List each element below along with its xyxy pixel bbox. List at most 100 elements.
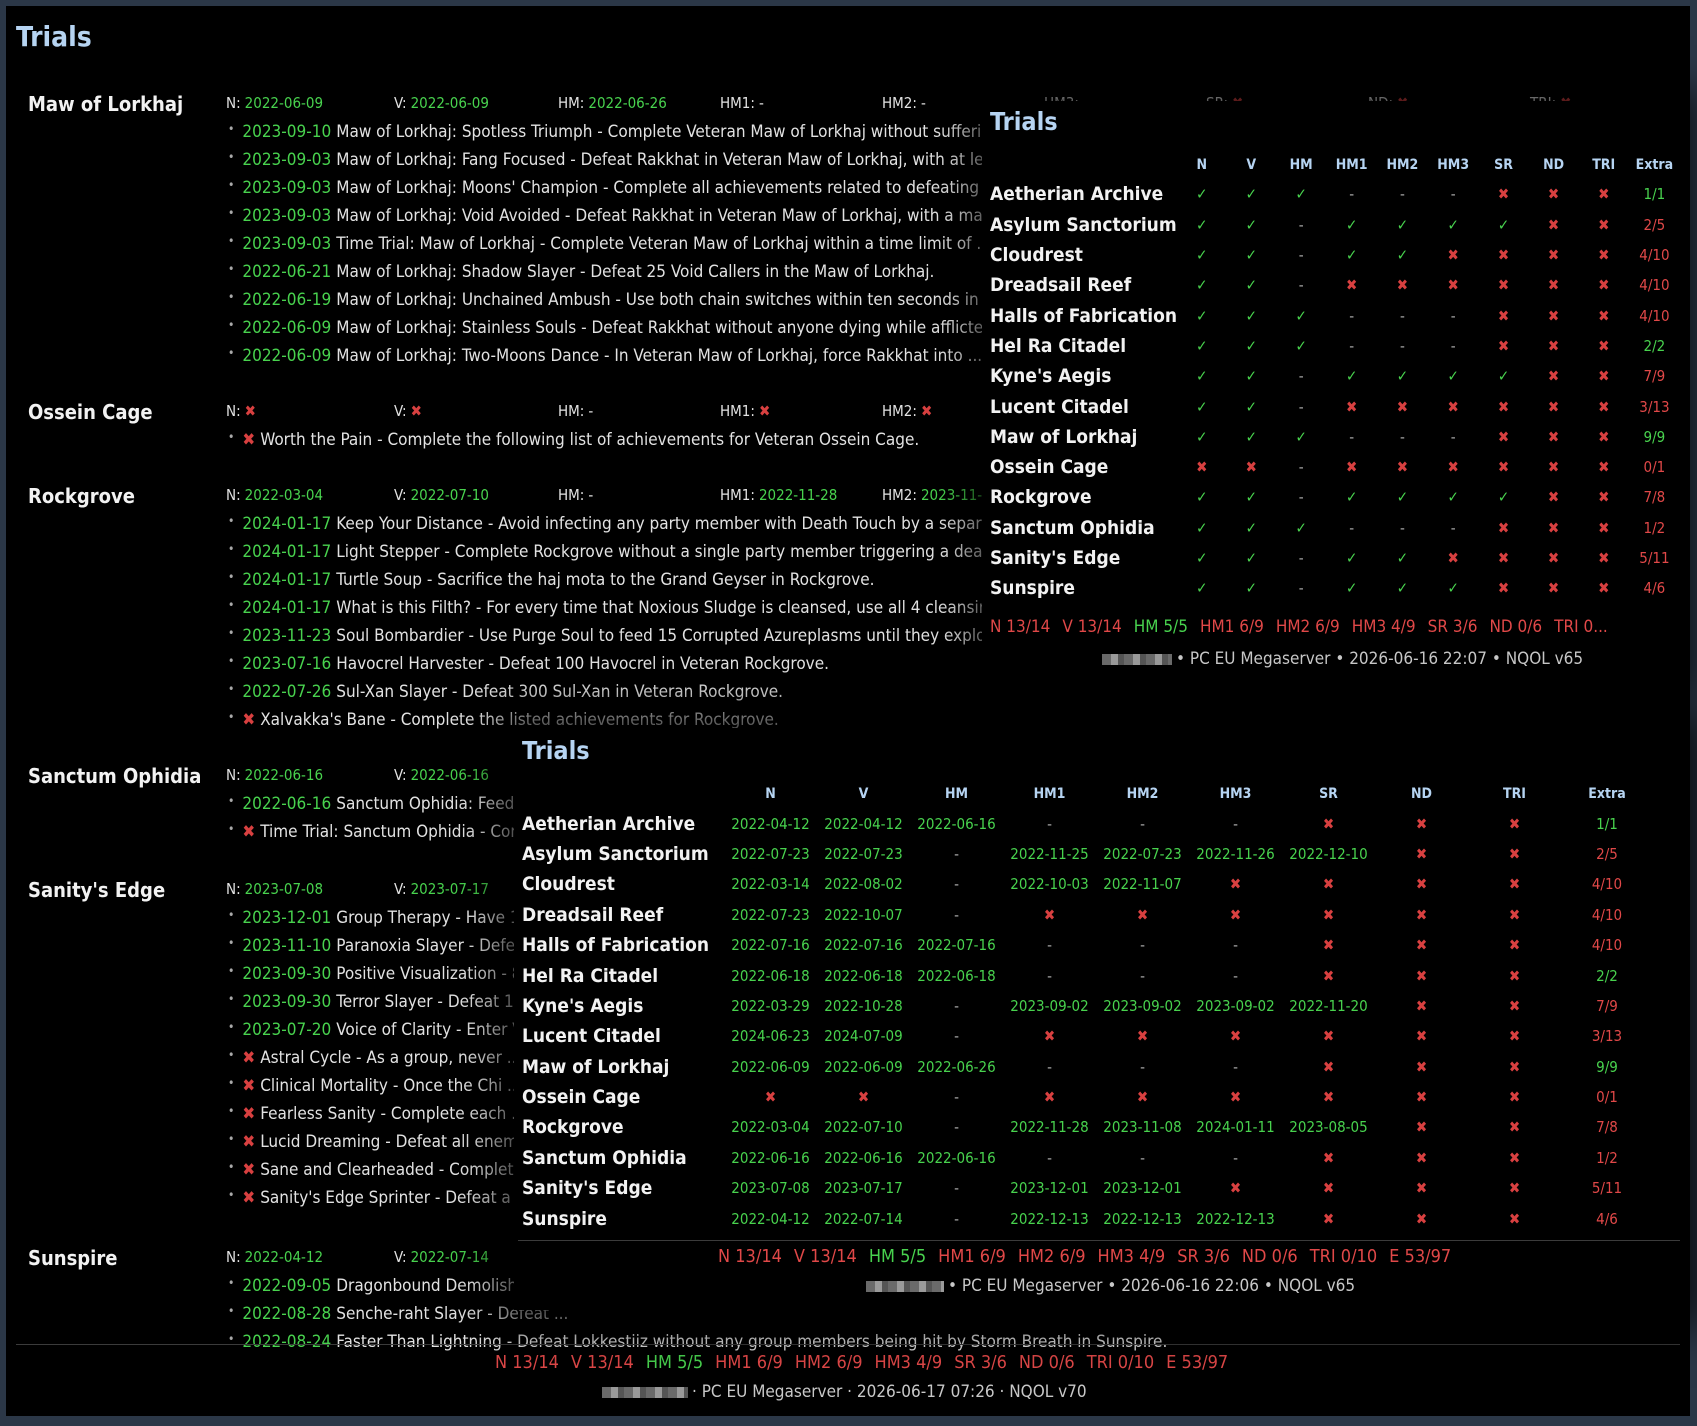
table-cell: - [1276, 210, 1326, 240]
trial-name[interactable]: Rockgrove [28, 484, 135, 508]
achievement-row[interactable]: • 2024-01-17 Turtle Soup - Sacrifice the h… [228, 570, 875, 590]
table-row[interactable]: Halls of Fabrication 2022-07-16 2022-07-16… [522, 930, 1653, 960]
table-row[interactable]: Maw of Lorkhaj ✓ ✓ ✓ - - - ✖ ✖ ✖ 9/9 [990, 422, 1680, 452]
achievement-row[interactable]: • ✖ Fearless Sanity - Complete each ... [228, 1104, 526, 1124]
table-cell: ✖ [1377, 391, 1428, 421]
achievement-row[interactable]: • ✖ Xalvakka's Bane - Complete the listed … [228, 710, 779, 730]
achievement-row[interactable]: • ✖ Sanity's Edge Sprinter - Defeat a ... [228, 1188, 530, 1208]
check-icon: ✓ [1345, 367, 1358, 386]
cell-value: 2023-08-05 [1289, 1118, 1368, 1137]
table-row[interactable]: Sanity's Edge 2023-07-08 2023-07-17 - 2023-1… [522, 1173, 1653, 1203]
table-row[interactable]: Ossein Cage ✖ ✖ - ✖ ✖ ✖ ✖ ✖ ✖ 0/1 [522, 1082, 1653, 1112]
table-cell: ✖ [1579, 210, 1629, 240]
table-row[interactable]: Maw of Lorkhaj 2022-06-09 2022-06-09 2022-0… [522, 1052, 1653, 1082]
achievement-row[interactable]: • ✖ Sane and Clearheaded - Complete ... [228, 1160, 542, 1180]
achievement-row[interactable]: • 2023-09-03 Maw of Lorkhaj: Fang Focused … [228, 150, 1026, 170]
table-row[interactable]: Halls of Fabrication ✓ ✓ ✓ - - - ✖ ✖ ✖ 4/10 [990, 300, 1680, 330]
trial-name[interactable]: Sunspire [28, 1246, 117, 1270]
trial-row-name: Kyne's Aegis [990, 365, 1112, 388]
check-icon: ✓ [1196, 488, 1208, 507]
cross-icon: ✖ [1497, 397, 1510, 416]
cell-value: - [1140, 966, 1145, 985]
cell-value: 2024-07-09 [824, 1027, 903, 1046]
table-row[interactable]: Kyne's Aegis 2022-03-29 2022-10-28 - 2023-09… [522, 991, 1653, 1021]
table-row[interactable]: Lucent Citadel ✓ ✓ - ✖ ✖ ✖ ✖ ✖ ✖ 3/13 [990, 391, 1680, 421]
cross-icon: ✖ [1547, 427, 1560, 446]
achievement-text: Maw of Lorkhaj: Void Avoided - Defeat Ra… [336, 206, 1075, 226]
trial-stat: HM2: - [882, 94, 926, 112]
trial-stat-value: 2023-07-17 [410, 880, 489, 898]
trial-stat: HM: - [558, 402, 593, 420]
trial-stat-value: 2022-06-16 [244, 766, 324, 784]
table-row[interactable]: Ossein Cage ✖ ✖ - ✖ ✖ ✖ ✖ ✖ ✖ 0/1 [990, 452, 1680, 482]
table-cell: - [1096, 808, 1189, 838]
achievement-row[interactable]: • 2023-09-03 Maw of Lorkhaj: Moons' Champi… [228, 178, 1051, 198]
achievement-row[interactable]: • 2023-09-30 Positive Visualization - 8 ..… [228, 964, 541, 984]
table-row[interactable]: Cloudrest 2022-03-14 2022-08-02 - 2022-10-03… [522, 869, 1653, 899]
achievement-row[interactable]: • ✖ Worth the Pain - Complete the followin… [228, 430, 919, 450]
trial-name[interactable]: Sanity's Edge [28, 878, 165, 902]
table-row[interactable]: Dreadsail Reef 2022-07-23 2022-10-07 - ✖ ✖ ✖ ✖ ✖… [522, 900, 1653, 930]
achievement-row[interactable]: • 2023-11-23 Soul Bombardier - Use Purge S… [228, 626, 1024, 646]
achievement-row[interactable]: • 2023-07-20 Voice of Clarity - Enter V ..… [228, 1020, 542, 1040]
achievement-row[interactable]: • 2022-06-19 Maw of Lorkhaj: Unchained Amb… [228, 290, 998, 310]
achievement-row[interactable]: • 2022-06-09 Maw of Lorkhaj: Stainless Sou… [228, 318, 1012, 338]
trial-stat-value: 2022-04-12 [244, 1248, 324, 1266]
achievement-row[interactable]: • 2022-06-21 Maw of Lorkhaj: Shadow Slayer… [228, 262, 934, 282]
extra-count: 4/6 [1643, 579, 1666, 598]
achievement-row[interactable]: • 2023-07-16 Havocrel Harvester - Defeat 1… [228, 654, 829, 674]
achievement-row[interactable]: • 2023-09-10 Maw of Lorkhaj: Spotless Triu… [228, 122, 1069, 142]
column-header: Extra [1635, 157, 1674, 174]
achievement-row[interactable]: • 2024-01-17 Light Stepper - Complete Rock… [228, 542, 1025, 562]
trial-row-name: Rockgrove [522, 1116, 624, 1139]
achievement-row[interactable]: • 2023-11-10 Paranoxia Slayer - Defeat ... [228, 936, 550, 956]
trial-stat-label: V: [394, 880, 407, 898]
achievement-row[interactable]: • 2023-09-03 Maw of Lorkhaj: Void Avoided … [228, 206, 1075, 226]
table-row[interactable]: Rockgrove 2022-03-04 2022-07-10 - 2022-11-28… [522, 1112, 1653, 1142]
cross-icon: ✖ [1508, 1027, 1521, 1046]
achievement-row[interactable]: • 2023-09-30 Terror Slayer - Defeat 12 ... [228, 992, 543, 1012]
trial-name[interactable]: Maw of Lorkhaj [28, 92, 183, 116]
table-row[interactable]: Aetherian Archive 2022-04-12 2022-04-12 202… [522, 808, 1653, 838]
achievement-row[interactable]: • ✖ Clinical Mortality - Once the Chi ... [228, 1076, 522, 1096]
bullet-icon: • [228, 1160, 235, 1174]
trial-name[interactable]: Sanctum Ophidia [28, 764, 201, 788]
cross-icon: ✖ [1136, 1088, 1149, 1107]
table-row[interactable]: Sanctum Ophidia ✓ ✓ ✓ - - - ✖ ✖ ✖ 1/2 [990, 513, 1680, 543]
table-row[interactable]: Sanity's Edge ✓ ✓ - ✓ ✓ ✖ ✖ ✖ ✖ 5/11 [990, 543, 1680, 573]
extra-count: 7/9 [1643, 367, 1666, 386]
achievement-row[interactable]: • 2022-09-05 Dragonbound Demolisher - ... [228, 1276, 563, 1296]
trial-name[interactable]: Ossein Cage [28, 400, 153, 424]
table-cell: ✓ [1227, 482, 1277, 512]
achievement-row[interactable]: • 2022-06-16 Sanctum Ophidia: Feeding ... [228, 794, 557, 814]
table-row[interactable]: Sanctum Ophidia 2022-06-16 2022-06-16 2022-… [522, 1143, 1653, 1173]
table-row[interactable]: Dreadsail Reef ✓ ✓ - ✖ ✖ ✖ ✖ ✖ ✖ 4/10 [990, 270, 1680, 300]
cell-value: - [1233, 966, 1238, 985]
extra-count: 1/2 [1643, 518, 1666, 537]
table-row[interactable]: Hel Ra Citadel 2022-06-18 2022-06-18 2022-0… [522, 960, 1653, 990]
check-icon: ✓ [1295, 306, 1307, 325]
table-row[interactable]: Asylum Sanctorium 2022-07-23 2022-07-23 - 20… [522, 839, 1653, 869]
achievement-row[interactable]: • 2023-12-01 Group Therapy - Have 11 ... [228, 908, 549, 928]
achievement-row[interactable]: • 2022-08-24 Faster Than Lightning - Defea… [228, 1332, 1167, 1352]
achievement-row[interactable]: • ✖ Astral Cycle - As a group, never ... [228, 1048, 521, 1068]
table-row[interactable]: Rockgrove ✓ ✓ - ✓ ✓ ✓ ✓ ✖ ✖ 7/8 [990, 482, 1680, 512]
table-row[interactable]: Kyne's Aegis ✓ ✓ - ✓ ✓ ✓ ✓ ✖ ✖ 7/9 [990, 361, 1680, 391]
trial-stat: V: ✖ [394, 402, 422, 420]
achievement-row[interactable]: • 2024-01-17 What is this Filth? - For eve… [228, 598, 1018, 618]
achievement-row[interactable]: • ✖ Lucid Dreaming - Defeat all enem ... [228, 1132, 537, 1152]
table-cell: - [1003, 1052, 1096, 1082]
table-row[interactable]: Sunspire 2022-04-12 2022-07-14 - 2022-12-13 2… [522, 1203, 1653, 1233]
achievement-row[interactable]: • 2022-07-26 Sul-Xan Slayer - Defeat 300 S… [228, 682, 783, 702]
trial-stat-label: V: [394, 766, 407, 784]
table-row[interactable]: Asylum Sanctorium ✓ ✓ - ✓ ✓ ✓ ✓ ✖ ✖ 2/5 [990, 210, 1680, 240]
table-row[interactable]: Aetherian Archive ✓ ✓ ✓ - - - ✖ ✖ ✖ 1/1 [990, 179, 1680, 209]
summary-stat: TRI 0/10 [1309, 1246, 1378, 1267]
achievement-row[interactable]: • 2022-06-09 Maw of Lorkhaj: Two-Moons Dan… [228, 346, 982, 366]
achievement-row[interactable]: • 2023-09-03 Time Trial: Maw of Lorkhaj - … [228, 234, 991, 254]
table-row[interactable]: Hel Ra Citadel ✓ ✓ ✓ - - - ✖ ✖ ✖ 2/2 [990, 331, 1680, 361]
table-row[interactable]: Lucent Citadel 2024-06-23 2024-07-09 - ✖ ✖ ✖ ✖ ✖… [522, 1021, 1653, 1051]
table-row[interactable]: Cloudrest ✓ ✓ - ✓ ✓ ✖ ✖ ✖ ✖ 4/10 [990, 240, 1680, 270]
table-row[interactable]: Sunspire ✓ ✓ - ✓ ✓ ✓ ✖ ✖ ✖ 4/6 [990, 573, 1680, 603]
achievement-row[interactable]: • 2024-01-17 Keep Your Distance - Avoid in… [228, 514, 1040, 534]
